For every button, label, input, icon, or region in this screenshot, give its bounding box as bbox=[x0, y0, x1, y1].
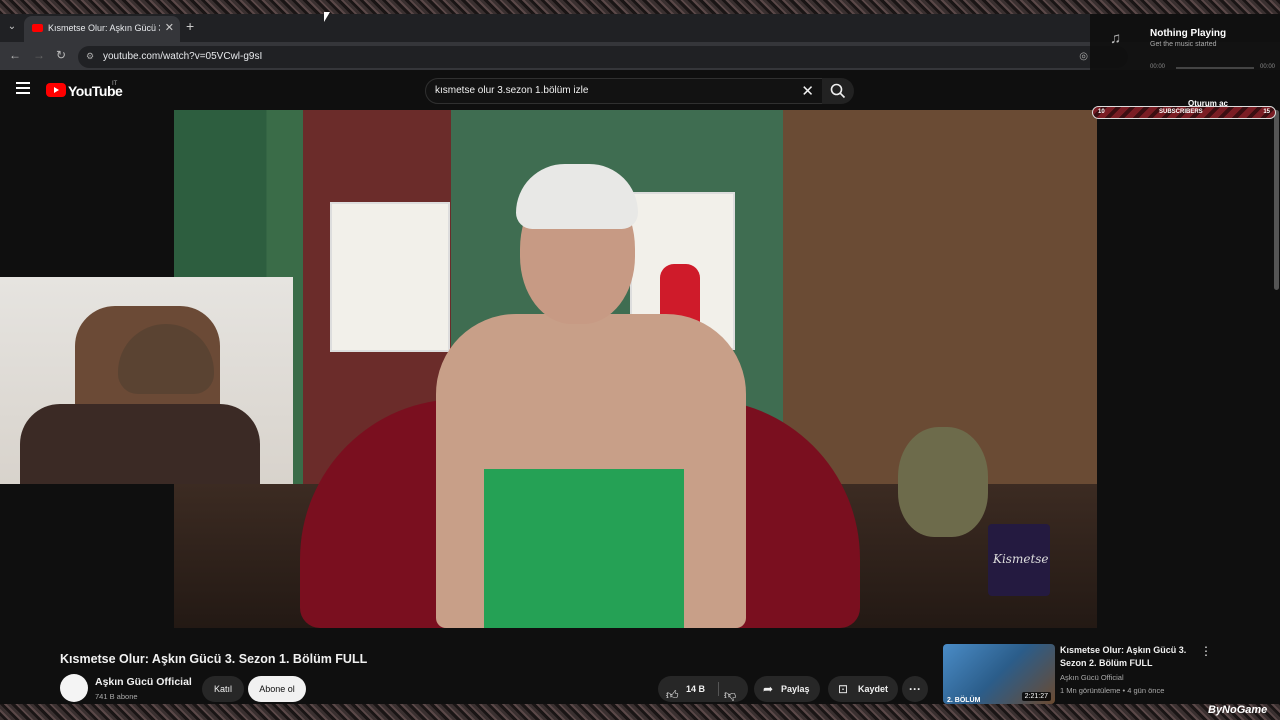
video-host-hair bbox=[516, 164, 638, 229]
video-photo-frame-left bbox=[330, 202, 450, 352]
music-subtitle: Get the music started bbox=[1150, 41, 1217, 48]
clear-search-icon[interactable]: ✕ bbox=[801, 82, 814, 100]
eye-off-icon[interactable]: ◎ bbox=[1079, 51, 1088, 62]
subs-goal-target: 15 bbox=[1263, 109, 1270, 115]
video-duration: 2:21:27 bbox=[1021, 692, 1051, 701]
youtube-favicon-icon bbox=[32, 24, 43, 32]
music-time-end: 00:00 bbox=[1260, 64, 1276, 70]
like-count[interactable]: 14 B bbox=[686, 676, 705, 702]
back-icon[interactable]: ← bbox=[9, 48, 21, 62]
subscriber-goal-bar: 10 SUBSCRIBERS 15 bbox=[1092, 106, 1276, 119]
video-title: Kısmetse Olur: Aşkın Gücü 3. Sezon 1. Bö… bbox=[60, 652, 368, 666]
music-note-icon: ♫ bbox=[1110, 30, 1122, 47]
subs-goal-current: 10 bbox=[1098, 109, 1105, 115]
music-title: Nothing Playing bbox=[1150, 28, 1227, 39]
search-button[interactable] bbox=[822, 78, 854, 104]
search-query: kısmetse olur 3.sezon 1.bölüm izle bbox=[435, 85, 589, 96]
youtube-logo-icon[interactable] bbox=[46, 83, 66, 97]
recommended-meta: 1 Mn görüntüleme • 4 gün önce bbox=[1060, 686, 1165, 695]
music-progress-bar bbox=[1176, 67, 1254, 69]
url-field[interactable]: ⚙ youtube.com/watch?v=05VCwl-g9sI ◎ bbox=[78, 46, 1128, 68]
address-bar: ← → ↻ ⚙ youtube.com/watch?v=05VCwl-g9sI … bbox=[0, 42, 1280, 70]
subs-goal-label: SUBSCRIBERS bbox=[1159, 109, 1203, 115]
site-info-icon[interactable]: ⚙ bbox=[86, 51, 94, 62]
video-host-green-dress bbox=[484, 469, 684, 628]
video-vase bbox=[898, 427, 988, 537]
join-button[interactable]: Katıl bbox=[202, 676, 244, 702]
mouse-cursor-icon bbox=[324, 12, 330, 22]
music-widget: ♫ Nothing Playing Get the music started … bbox=[1090, 14, 1280, 98]
tab-close-icon[interactable]: ✕ bbox=[165, 21, 174, 34]
menu-icon[interactable] bbox=[16, 82, 30, 94]
chevron-down-icon[interactable]: ⌄ bbox=[4, 19, 20, 35]
recommended-thumbnail[interactable]: 2. BÖLÜM 2:21:27 bbox=[943, 644, 1055, 704]
recommended-channel[interactable]: Aşkın Gücü Official bbox=[1060, 673, 1124, 682]
share-icon: ➦ bbox=[763, 682, 774, 696]
bookmark-icon: ⊡ bbox=[838, 682, 849, 696]
music-time-start: 00:00 bbox=[1150, 64, 1166, 70]
share-label: Paylaş bbox=[781, 684, 810, 694]
streamer-watermark: ByNoGame bbox=[1208, 704, 1268, 716]
save-label: Kaydet bbox=[858, 684, 889, 694]
like-dislike-group: 👍︎ 14 B 👎︎ bbox=[658, 676, 748, 702]
tab-youtube[interactable]: Kısmetse Olur: Aşkın Gücü 3. Se ✕ bbox=[24, 16, 180, 42]
new-tab-icon[interactable]: + bbox=[186, 18, 194, 34]
save-button[interactable]: ⊡ Kaydet bbox=[828, 676, 898, 702]
channel-name[interactable]: Aşkın Gücü Official bbox=[95, 676, 192, 688]
thumbs-down-icon[interactable]: 👎︎ bbox=[724, 682, 736, 704]
reload-icon[interactable]: ↻ bbox=[56, 48, 66, 62]
thumbnail-episode-label: 2. BÖLÜM bbox=[947, 697, 981, 704]
channel-avatar[interactable] bbox=[60, 674, 88, 702]
like-divider bbox=[718, 682, 719, 696]
mug-logo-text: Kismetse bbox=[993, 552, 1049, 566]
thumbs-up-icon[interactable]: 👍︎ bbox=[666, 682, 679, 704]
url-text: youtube.com/watch?v=05VCwl-g9sI bbox=[103, 51, 263, 62]
youtube-header: YouTube IT kısmetse olur 3.sezon 1.bölüm… bbox=[0, 70, 1280, 110]
subscribe-button[interactable]: Abone ol bbox=[248, 676, 306, 702]
search-input[interactable]: kısmetse olur 3.sezon 1.bölüm izle ✕ bbox=[425, 78, 825, 104]
more-actions-button[interactable]: ··· bbox=[902, 676, 928, 702]
channel-subscriber-count: 741 B abone bbox=[95, 692, 138, 701]
browser-window: ⌄ Kısmetse Olur: Aşkın Gücü 3. Se ✕ + ← … bbox=[0, 14, 1280, 704]
webcam-streamer bbox=[20, 404, 260, 484]
page-scrollbar[interactable] bbox=[1274, 110, 1279, 290]
country-code: IT bbox=[112, 81, 118, 87]
share-button[interactable]: ➦ Paylaş bbox=[754, 676, 820, 702]
forward-icon[interactable]: → bbox=[33, 48, 45, 62]
search-icon bbox=[830, 83, 846, 99]
recommended-title[interactable]: Kısmetse Olur: Aşkın Gücü 3. Sezon 2. Bö… bbox=[1060, 644, 1200, 670]
tab-title: Kısmetse Olur: Aşkın Gücü 3. Se bbox=[48, 23, 160, 33]
tab-bar: ⌄ Kısmetse Olur: Aşkın Gücü 3. Se ✕ + bbox=[0, 14, 1280, 42]
kebab-menu-icon[interactable]: ⋮ bbox=[1200, 644, 1212, 658]
